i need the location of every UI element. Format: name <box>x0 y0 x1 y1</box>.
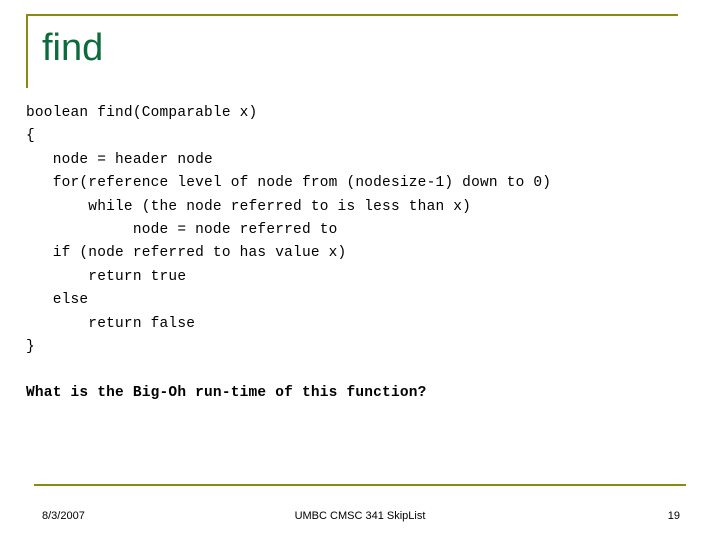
title-accent-bar <box>26 14 28 88</box>
question-text: What is the Big-Oh run-time of this func… <box>26 385 427 401</box>
footer-page-number: 19 <box>667 510 680 522</box>
title-top-rule <box>26 14 678 16</box>
footer: 8/3/2007 UMBC CMSC 341 SkipList 19 <box>34 486 686 532</box>
page-title: find <box>42 27 104 69</box>
footer-course-label: UMBC CMSC 341 SkipList <box>294 510 426 522</box>
slide: find boolean find(Comparable x) { node =… <box>0 0 720 540</box>
code-block: boolean find(Comparable x) { node = head… <box>26 105 552 356</box>
